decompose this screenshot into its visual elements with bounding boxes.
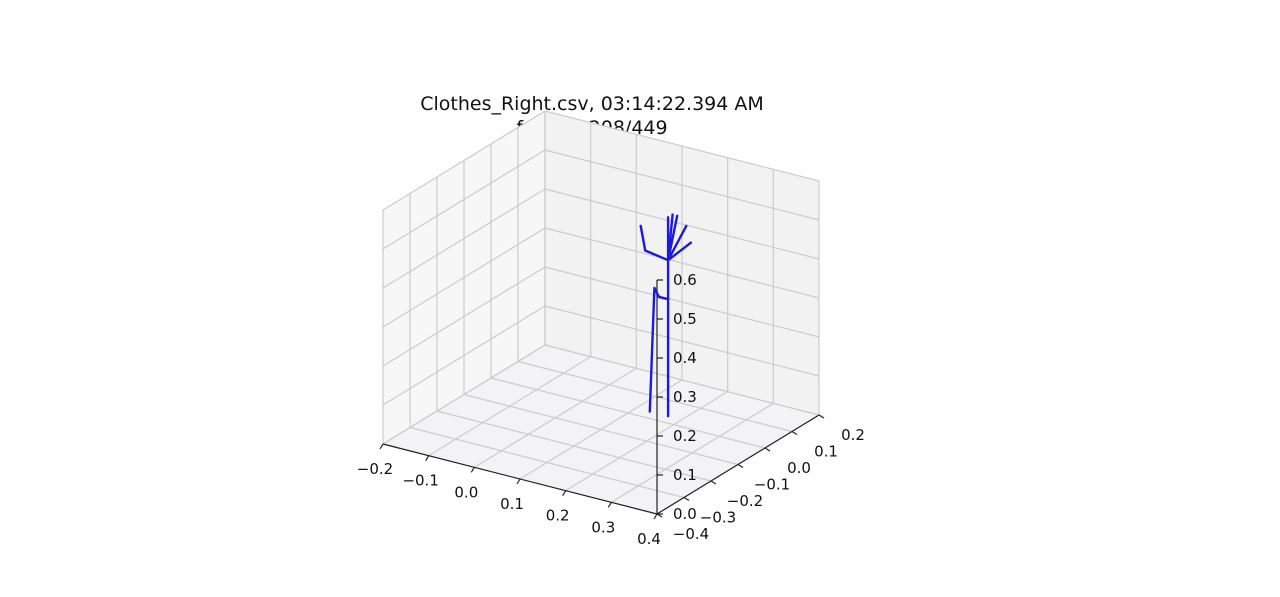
z-tick-label: 0.3 (673, 388, 697, 406)
y-tick-mark (818, 414, 825, 419)
x-tick-label: 0.1 (500, 495, 524, 513)
y-tick-mark (791, 430, 798, 436)
y-tick-mark (764, 447, 771, 452)
x-tick-label: −0.1 (402, 472, 438, 490)
y-tick-mark (683, 496, 690, 502)
x-tick-label: 0.4 (637, 530, 661, 548)
figure-canvas: Clothes_Right.csv, 03:14:22.394 AM frame… (357, 93, 865, 548)
x-tick-mark (425, 455, 430, 461)
x-tick-label: −0.2 (357, 460, 393, 478)
z-tick-label: 0.1 (673, 466, 697, 484)
axes-panes (383, 111, 819, 514)
x-tick-label: 0.0 (454, 483, 478, 501)
chart-title: Clothes_Right.csv, 03:14:22.394 AM (420, 93, 764, 115)
z-tick-label: 0.4 (673, 349, 697, 367)
z-tick-label: 0.2 (673, 427, 697, 445)
y-tick-mark (710, 480, 717, 485)
y-tick-label: −0.1 (754, 476, 790, 494)
x-tick-mark (470, 467, 475, 473)
y-tick-label: 0.1 (814, 443, 838, 461)
y-tick-label: −0.3 (700, 509, 736, 527)
y-tick-label: −0.2 (727, 492, 763, 510)
z-tick-label: 0.5 (673, 310, 697, 328)
z-tick-label: 0.0 (673, 505, 697, 523)
x-tick-mark (516, 478, 521, 485)
y-tick-label: −0.4 (673, 525, 709, 543)
x-tick-mark (562, 490, 567, 496)
z-tick-label: 0.6 (673, 271, 697, 289)
y-tick-mark (737, 463, 744, 469)
x-tick-mark (653, 513, 658, 520)
x-tick-mark (607, 502, 612, 508)
y-tick-label: 0.0 (787, 459, 811, 477)
y-tick-label: 0.2 (841, 426, 865, 444)
x-tick-label: 0.3 (591, 518, 615, 536)
x-tick-label: 0.2 (546, 507, 570, 525)
x-tick-mark (379, 443, 384, 450)
